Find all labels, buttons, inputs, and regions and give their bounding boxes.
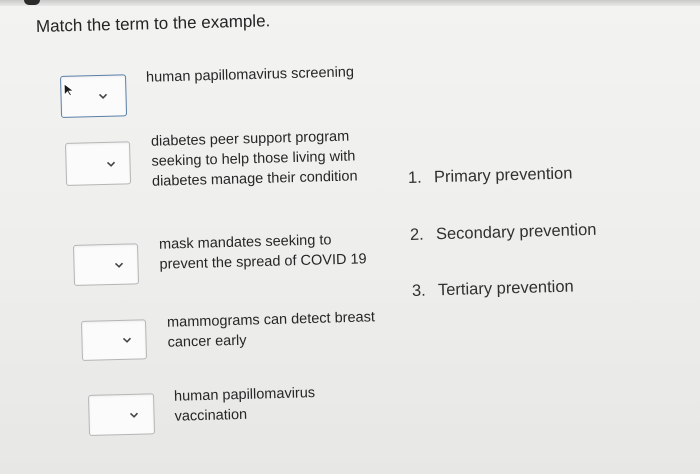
- top-edge: [0, 0, 700, 6]
- question-title: Match the term to the example.: [35, 11, 271, 36]
- term-line: human papillomavirus: [173, 385, 316, 405]
- match-select-3[interactable]: [73, 243, 140, 286]
- chevron-down-icon: [122, 337, 132, 343]
- chevron-down-icon: [98, 93, 108, 100]
- term-text-1: human papillomavirus screening: [146, 62, 354, 87]
- match-select-4[interactable]: [81, 319, 148, 361]
- chevron-down-icon: [129, 412, 139, 418]
- answer-option-2: 2. Secondary prevention: [410, 221, 597, 245]
- term-text-5: human papillomavirus vaccination: [174, 383, 316, 427]
- term-line: prevent the spread of COVID 19: [159, 251, 367, 273]
- chevron-down-icon: [106, 161, 116, 167]
- option-label: Primary prevention: [433, 164, 573, 187]
- option-number: 2.: [409, 225, 424, 244]
- answer-option-1: 1. Primary prevention: [408, 164, 573, 188]
- term-text-3: mask mandates seeking to prevent the spr…: [159, 229, 367, 274]
- option-label: Tertiary prevention: [437, 277, 574, 300]
- match-select-2[interactable]: [65, 141, 132, 186]
- chevron-down-icon: [114, 262, 124, 268]
- term-line: diabetes manage their condition: [151, 168, 358, 190]
- option-label: Secondary prevention: [435, 220, 597, 244]
- term-text-2: diabetes peer support program seeking to…: [151, 126, 358, 191]
- option-number: 3.: [411, 281, 426, 300]
- match-select-1[interactable]: [60, 74, 128, 118]
- answer-option-3: 3. Tertiary prevention: [412, 277, 574, 301]
- top-edge-mark: [24, 0, 40, 5]
- term-line: cancer early: [167, 332, 247, 351]
- term-text-4: mammograms can detect breast cancer earl…: [167, 307, 376, 352]
- match-select-5[interactable]: [88, 393, 156, 436]
- mouse-cursor-icon: [63, 83, 75, 97]
- term-line: vaccination: [174, 406, 248, 425]
- term-line: human papillomavirus screening: [145, 64, 355, 86]
- option-number: 1.: [407, 168, 422, 187]
